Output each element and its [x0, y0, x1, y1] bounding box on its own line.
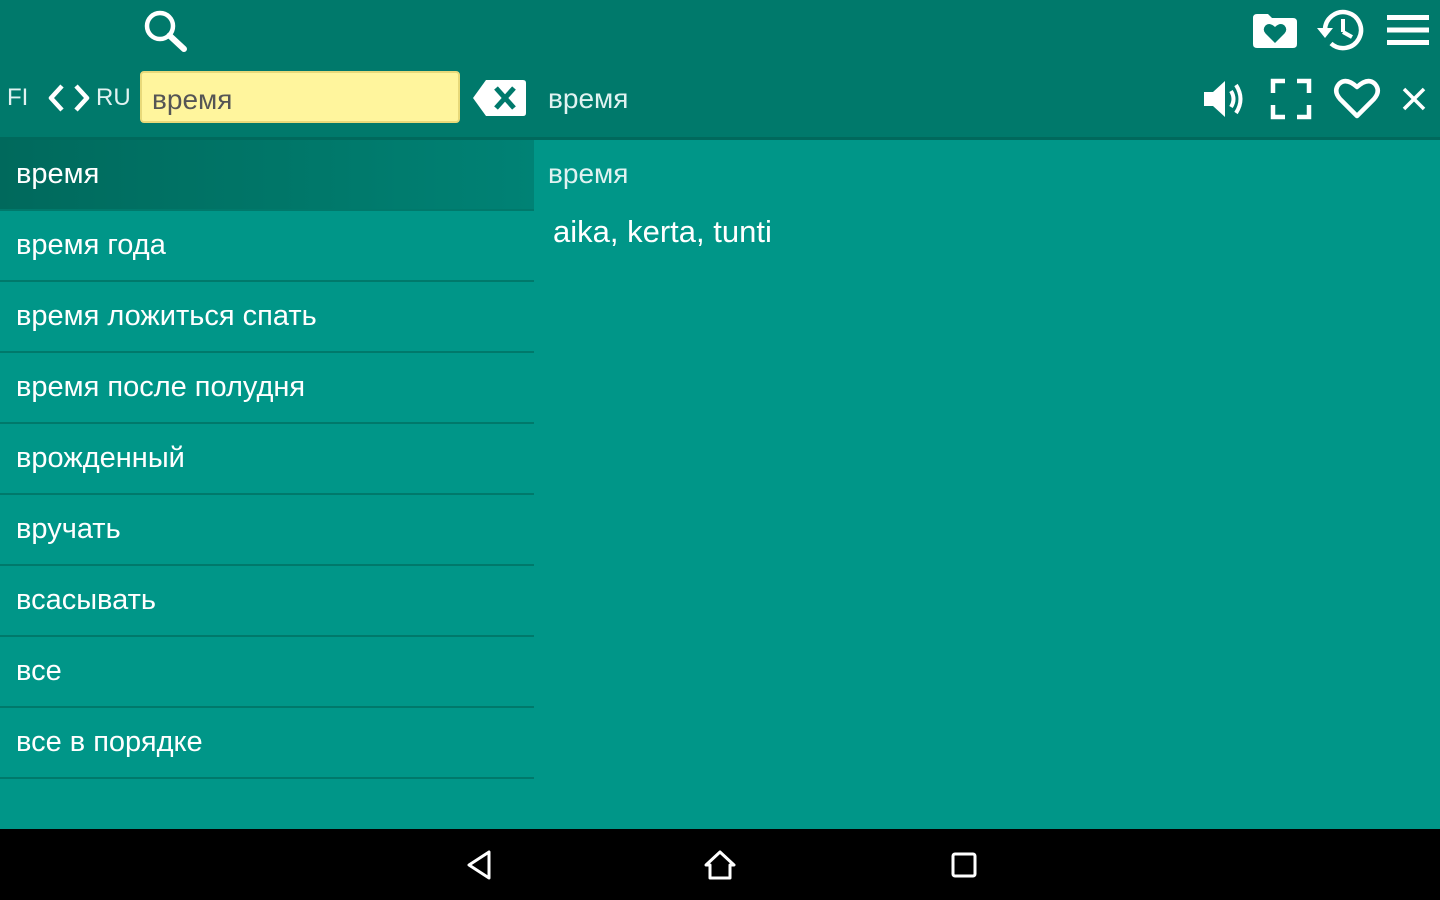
list-item[interactable]: все в порядке [0, 708, 534, 779]
list-item-label: время года [16, 229, 166, 261]
menu-icon[interactable] [1382, 8, 1434, 52]
history-icon[interactable] [1314, 6, 1368, 54]
search-icon[interactable] [140, 8, 190, 52]
list-item[interactable]: вручать [0, 495, 534, 566]
list-item-label: время после полудня [16, 371, 306, 403]
list-item[interactable]: время после полудня [0, 353, 534, 424]
entry-panel: время aika, kerta, tunti [534, 140, 1440, 829]
list-item[interactable]: время года [0, 211, 534, 282]
detail-header-word: время [548, 83, 629, 114]
list-item[interactable]: время [0, 140, 534, 211]
speaker-icon[interactable] [1198, 74, 1250, 124]
entry-translation: aika, kerta, tunti [553, 214, 772, 249]
chevron-left-right-icon[interactable] [44, 80, 94, 116]
favorites-folder-icon[interactable] [1248, 8, 1302, 52]
word-list: время время года время ложиться спать время… [0, 140, 534, 779]
list-item-label: время ложиться спать [16, 300, 317, 332]
system-navbar [0, 829, 1440, 900]
close-icon[interactable] [1394, 78, 1434, 120]
fullscreen-icon[interactable] [1266, 74, 1316, 124]
list-item-label: все [16, 655, 62, 687]
list-item-label: все в порядке [16, 726, 203, 758]
heart-icon[interactable] [1330, 72, 1384, 124]
source-language-label[interactable]: FI [7, 84, 28, 112]
list-item-label: время [16, 158, 100, 190]
list-item[interactable]: все [0, 637, 534, 708]
list-item-label: всасывать [16, 584, 157, 616]
list-item-label: врожденный [16, 442, 185, 474]
search-input[interactable] [140, 71, 460, 123]
clear-input-button[interactable] [470, 76, 528, 120]
list-item-label: вручать [16, 513, 121, 545]
back-icon[interactable] [458, 841, 502, 889]
list-item[interactable]: время ложиться спать [0, 282, 534, 353]
target-language-label[interactable]: RU [96, 84, 131, 112]
entry-headword: время [548, 158, 629, 189]
home-icon[interactable] [698, 841, 742, 889]
recent-apps-icon[interactable] [942, 841, 986, 889]
list-item[interactable]: всасывать [0, 566, 534, 637]
list-item[interactable]: врожденный [0, 424, 534, 495]
